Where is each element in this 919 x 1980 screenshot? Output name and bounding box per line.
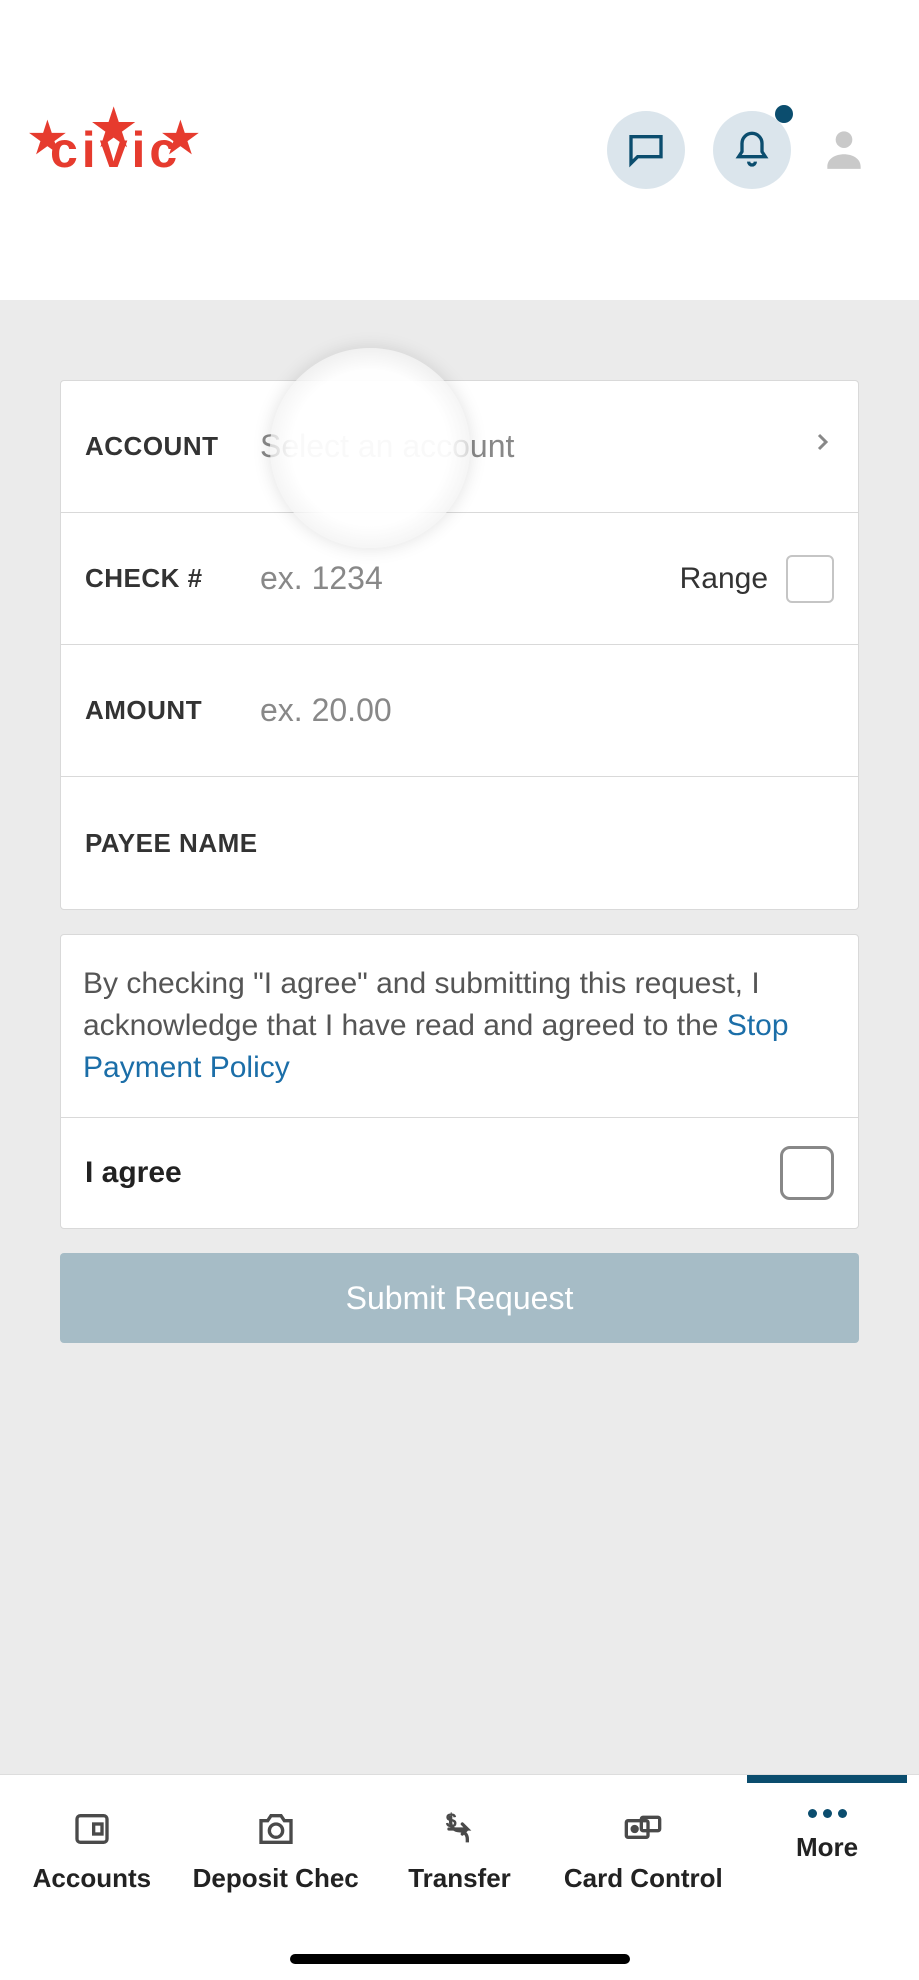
bottom-nav: Accounts Deposit Chec $ Transfer Card Co…	[0, 1774, 919, 1980]
nav-deposit-check[interactable]: Deposit Chec	[184, 1775, 368, 1980]
logo-stars: ★ ★ ★	[24, 99, 206, 157]
payee-name-row: PAYEE NAME	[61, 777, 858, 909]
agreement-card: By checking "I agree" and submitting thi…	[60, 934, 859, 1229]
profile-button[interactable]	[819, 123, 869, 178]
amount-label: AMOUNT	[85, 695, 260, 726]
stop-payment-form: ACCOUNT Select an account CHECK # ex. 12…	[60, 380, 859, 910]
home-indicator	[290, 1954, 630, 1964]
nav-active-indicator	[747, 1775, 907, 1783]
agree-checkbox[interactable]	[780, 1146, 834, 1200]
nav-card-controls[interactable]: Card Control	[551, 1775, 735, 1980]
transfer-icon: $	[439, 1809, 479, 1849]
star-icon: ★	[162, 113, 204, 162]
range-toggle: Range	[680, 555, 834, 603]
nav-transfer[interactable]: $ Transfer	[368, 1775, 552, 1980]
nav-transfer-label: Transfer	[408, 1863, 511, 1894]
profile-icon	[819, 123, 869, 173]
check-number-row: CHECK # ex. 1234 Range	[61, 513, 858, 645]
notification-dot-icon	[775, 105, 793, 123]
range-label: Range	[680, 562, 768, 596]
header-actions	[607, 111, 869, 189]
camera-icon	[256, 1809, 296, 1849]
star-icon: ★	[28, 113, 70, 162]
disclosure-text: By checking "I agree" and submitting thi…	[61, 935, 858, 1118]
check-number-label: CHECK #	[85, 563, 260, 594]
agree-label: I agree	[85, 1156, 182, 1190]
main-content: ACCOUNT Select an account CHECK # ex. 12…	[0, 300, 919, 1774]
amount-input[interactable]: ex. 20.00	[260, 692, 834, 729]
chevron-right-icon	[810, 424, 834, 469]
nav-more[interactable]: More	[735, 1775, 919, 1980]
disclosure-prefix: By checking "I agree" and submitting thi…	[83, 967, 760, 1042]
chat-icon	[626, 130, 666, 170]
nav-deposit-label: Deposit Chec	[193, 1863, 359, 1894]
card-controls-icon	[623, 1809, 663, 1849]
account-select-value: Select an account	[260, 428, 810, 465]
nav-accounts-label: Accounts	[33, 1863, 151, 1894]
nav-more-label: More	[796, 1832, 858, 1863]
star-icon: ★	[91, 99, 140, 157]
messages-button[interactable]	[607, 111, 685, 189]
payee-name-label: PAYEE NAME	[85, 828, 258, 859]
notifications-button[interactable]	[713, 111, 791, 189]
nav-card-label: Card Control	[564, 1863, 723, 1894]
account-label: ACCOUNT	[85, 431, 260, 462]
account-row[interactable]: ACCOUNT Select an account	[61, 381, 858, 513]
more-icon	[808, 1809, 847, 1818]
submit-request-button[interactable]: Submit Request	[60, 1253, 859, 1343]
app-header: ★ ★ ★ civic	[0, 0, 919, 300]
nav-accounts[interactable]: Accounts	[0, 1775, 184, 1980]
bell-icon	[732, 130, 772, 170]
check-number-input[interactable]: ex. 1234	[260, 560, 680, 597]
amount-row: AMOUNT ex. 20.00	[61, 645, 858, 777]
brand-logo: ★ ★ ★ civic	[50, 121, 181, 179]
range-checkbox[interactable]	[786, 555, 834, 603]
agree-row: I agree	[61, 1118, 858, 1228]
accounts-icon	[72, 1809, 112, 1849]
svg-text:$: $	[446, 1810, 457, 1832]
